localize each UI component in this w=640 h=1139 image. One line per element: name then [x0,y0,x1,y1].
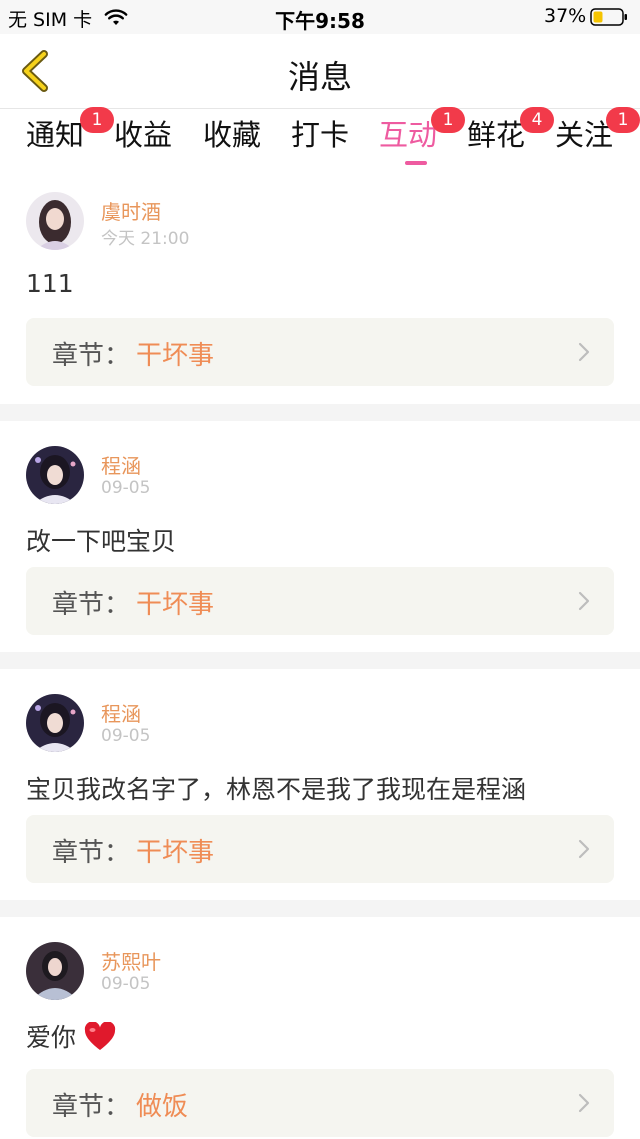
avatar[interactable] [26,192,84,250]
message-card: 虞时酒 今天 21:00 111 章节： 干坏事 [0,169,640,404]
tab-label: 通知 [26,118,85,152]
battery-percent: 37% [544,5,587,27]
chapter-name: 干坏事 [136,590,215,620]
tab-badge: 4 [520,107,554,133]
chapter-name: 做饭 [136,1092,189,1122]
chevron-right-icon [578,342,590,362]
active-tab-indicator [405,161,427,165]
chapter-link[interactable]: 章节： 做饭 [26,1069,614,1137]
tab-notify[interactable]: 通知 1 [26,107,114,165]
chapter-link[interactable]: 章节： 干坏事 [26,567,614,635]
nav-bar: 消息 [0,34,640,109]
message-card: 程涵 09-05 改一下吧宝贝 章节： 干坏事 [0,421,640,652]
chapter-name: 干坏事 [136,341,215,371]
tab-follow[interactable]: 关注 1 [555,107,640,165]
message-text: 111 [26,269,74,298]
tab-label: 鲜花 [467,118,526,152]
tab-label: 收藏 [203,118,262,152]
avatar[interactable] [26,446,84,504]
tab-label: 互动 [379,118,438,152]
chapter-label: 章节： [52,1092,131,1122]
battery-icon [590,8,627,26]
status-bar: 无 SIM 卡 下午9:58 37% [0,0,640,34]
chapter-link[interactable]: 章节： 干坏事 [26,815,614,883]
message-text: 改一下吧宝贝 [26,527,177,556]
post-time: 09-05 [101,726,151,746]
post-time: 09-05 [101,478,151,498]
tab-flowers[interactable]: 鲜花 4 [467,107,554,165]
post-time: 09-05 [101,974,151,994]
user-name[interactable]: 程涵 [101,450,141,479]
user-name[interactable]: 虞时酒 [101,196,161,225]
chevron-right-icon [578,591,590,611]
tab-label: 关注 [555,118,614,152]
chevron-right-icon [578,839,590,859]
chapter-label: 章节： [52,838,131,868]
message-text: 爱你 [26,1018,116,1054]
tab-favorites[interactable]: 收藏 [203,115,261,165]
tab-badge: 1 [80,107,114,133]
tab-interaction[interactable]: 互动 1 [379,107,465,165]
message-card: 程涵 09-05 宝贝我改名字了，林恩不是我了我现在是程涵 章节： 干坏事 [0,669,640,900]
page-title: 消息 [287,58,352,96]
post-time: 今天 21:00 [101,229,190,249]
tab-badge: 1 [431,107,465,133]
message-text: 宝贝我改名字了，林恩不是我了我现在是程涵 [26,775,527,804]
chapter-link[interactable]: 章节： 干坏事 [26,318,614,386]
avatar[interactable] [26,694,84,752]
chapter-label: 章节： [52,590,131,620]
tab-earnings[interactable]: 收益 [114,115,172,165]
tab-badge: 1 [606,107,640,133]
avatar[interactable] [26,942,84,1000]
message-card: 苏熙叶 09-05 爱你 章节： 做饭 [0,917,640,1139]
tab-bar: 通知 1 收益 收藏 打卡 互动 1 鲜花 4 关注 1 [0,107,640,169]
heart-emoji-icon [84,1022,116,1050]
user-name[interactable]: 程涵 [101,698,141,727]
tab-label: 收益 [114,118,173,152]
tab-label: 打卡 [291,118,350,152]
chapter-label: 章节： [52,341,131,371]
chevron-right-icon [578,1093,590,1113]
user-name[interactable]: 苏熙叶 [101,946,161,975]
message-text-content: 爱你 [26,1023,77,1052]
tab-checkin[interactable]: 打卡 [291,115,349,165]
chapter-name: 干坏事 [136,838,215,868]
